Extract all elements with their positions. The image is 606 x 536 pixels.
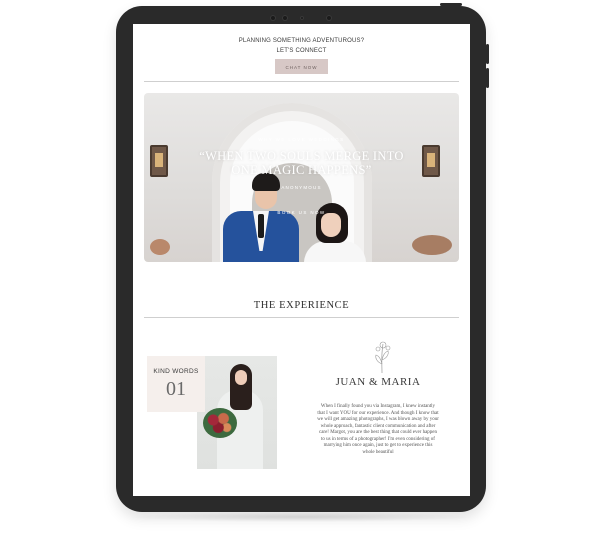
camera-dot-icon <box>270 15 276 21</box>
testimonial-text: When I finally found you via Instagram, … <box>317 404 439 455</box>
camera-dot-icon <box>326 15 332 21</box>
chat-now-button[interactable]: CHAT NOW <box>275 59 328 74</box>
kind-words-label: KIND WORDS <box>153 368 199 375</box>
camera-dot-icon <box>282 15 288 21</box>
volume-up-button <box>486 44 489 64</box>
groom-tie <box>258 214 264 238</box>
promo-header: PLANNING SOMETHING ADVENTUROUS? LET'S CO… <box>133 36 470 74</box>
book-us-now-link[interactable]: BOOK US NOW <box>144 210 459 215</box>
bouquet <box>203 408 237 438</box>
hero-quote-line-2: ONE MAGIC HAPPENS” <box>231 163 372 177</box>
couple-name: JUAN & MARIA <box>335 376 421 388</box>
section-divider <box>144 317 459 318</box>
flower-arrangement <box>412 235 452 255</box>
testimonial-index: 01 <box>166 378 186 400</box>
sensor-dot-icon <box>300 16 304 20</box>
power-button <box>440 3 462 6</box>
hero-quote-line-1: “WHEN TWO SOULS MERGE INTO <box>199 149 404 163</box>
header-divider <box>144 81 459 82</box>
hero-banner: WHY WE LOVE WEDDINGS “WHEN TWO SOULS MER… <box>144 93 459 262</box>
promo-line-1: PLANNING SOMETHING ADVENTUROUS? <box>238 38 365 44</box>
promo-line-2: LET'S CONNECT <box>276 48 327 54</box>
kind-words-box: KIND WORDS 01 <box>147 356 205 412</box>
bride-portrait-photo <box>197 356 277 469</box>
tablet-screen: PLANNING SOMETHING ADVENTUROUS? LET'S CO… <box>133 24 470 496</box>
volume-down-button <box>486 68 489 88</box>
bride-face <box>321 213 341 237</box>
bride-dress <box>304 241 366 262</box>
floral-sprig-icon <box>375 341 391 374</box>
portrait-face <box>235 370 247 385</box>
hero-quote: “WHEN TWO SOULS MERGE INTO ONE MAGIC HAP… <box>144 149 459 177</box>
hero-kicker: WHY WE LOVE WEDDINGS <box>258 137 345 142</box>
hero-author: ANONYMOUS <box>281 185 322 190</box>
flower-arrangement <box>150 239 170 255</box>
section-title: THE EXPERIENCE <box>253 300 350 311</box>
